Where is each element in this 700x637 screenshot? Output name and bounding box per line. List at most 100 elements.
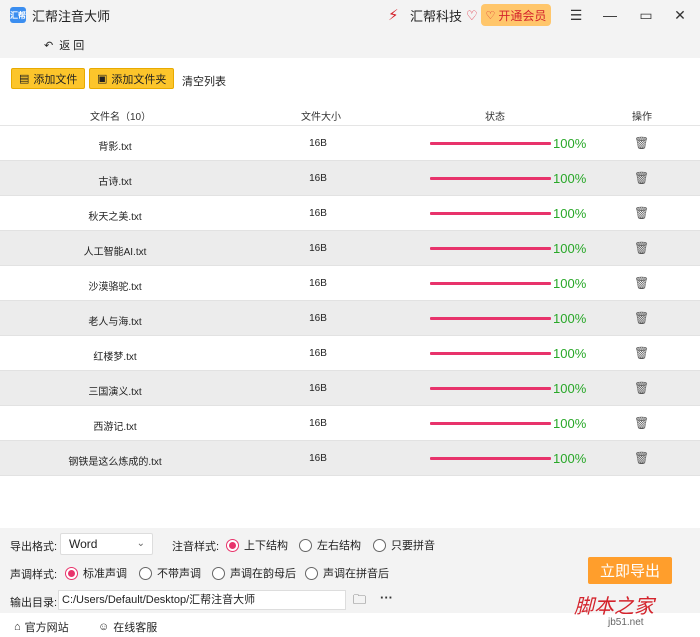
- file-name: 秋天之美.txt: [88, 212, 142, 223]
- table-row[interactable]: 古诗.txt 16B 100% 🗑: [0, 161, 700, 196]
- file-name: 老人与海.txt: [88, 317, 142, 328]
- vip-button[interactable]: ♡ 开通会员: [481, 4, 551, 26]
- radio-icon: [212, 566, 225, 580]
- file-name: 人工智能AI.txt: [83, 247, 147, 258]
- app-title: 汇帮注音大师: [32, 8, 111, 24]
- support-agent-icon: ☺: [98, 621, 110, 633]
- official-website-link[interactable]: ⌂ 官方网站: [14, 619, 69, 635]
- radio-icon: [299, 538, 312, 552]
- trash-icon[interactable]: 🗑: [634, 241, 649, 255]
- trash-icon[interactable]: 🗑: [634, 416, 649, 430]
- progress-text: 100%: [553, 171, 587, 186]
- add-folder-label: 添加文件夹: [111, 73, 167, 86]
- progress-text: 100%: [553, 241, 587, 256]
- file-name: 古诗.txt: [98, 177, 132, 188]
- maximize-icon[interactable]: ▭: [636, 5, 656, 25]
- file-size: 16B: [309, 313, 327, 324]
- table-row[interactable]: 背影.txt 16B 100% 🗑: [0, 126, 700, 161]
- radio-tone-after-pinyin[interactable]: 声调在拼音后: [305, 565, 389, 581]
- trash-icon[interactable]: 🗑: [634, 311, 649, 325]
- table-row[interactable]: 老人与海.txt 16B 100% 🗑: [0, 301, 700, 336]
- radio-label: 不带声调: [157, 568, 201, 580]
- radio-no-tone[interactable]: 不带声调: [139, 565, 201, 581]
- table-row[interactable]: 西游记.txt 16B 100% 🗑: [0, 406, 700, 441]
- radio-selected-icon: [226, 538, 239, 552]
- trash-icon[interactable]: 🗑: [634, 451, 649, 465]
- progress-bar: [430, 212, 551, 215]
- more-options-icon[interactable]: ···: [380, 590, 393, 605]
- heart-icon: ♡: [466, 7, 478, 23]
- close-icon[interactable]: ✕: [670, 5, 690, 25]
- online-support-link[interactable]: ☺ 在线客服: [98, 619, 157, 635]
- back-button[interactable]: ↶ 返 回: [44, 37, 84, 53]
- annotation-style-label: 注音样式:: [172, 541, 220, 553]
- watermark-logo: 脚本之家: [574, 594, 654, 618]
- trash-icon[interactable]: 🗑: [634, 206, 649, 220]
- file-name: 背影.txt: [98, 142, 132, 153]
- table-row[interactable]: 人工智能AI.txt 16B 100% 🗑: [0, 231, 700, 266]
- back-arrow-icon: ↶: [44, 39, 54, 52]
- online-support-label: 在线客服: [113, 622, 158, 634]
- output-dir-field[interactable]: C:/Users/Default/Desktop/汇帮注音大师: [58, 590, 346, 610]
- file-icon: ▤: [19, 73, 30, 85]
- progress-text: 100%: [553, 206, 587, 221]
- export-format-label: 导出格式:: [10, 541, 58, 553]
- progress-bar: [430, 457, 551, 460]
- progress-text: 100%: [553, 346, 587, 361]
- clear-list-button[interactable]: 清空列表: [182, 73, 226, 89]
- file-name: 三国演义.txt: [88, 387, 142, 398]
- folder-add-icon: ▣: [97, 73, 108, 85]
- add-file-button[interactable]: ▤ 添加文件: [11, 68, 86, 89]
- tone-style-label: 声调样式:: [10, 569, 58, 581]
- radio-top-bottom[interactable]: 上下结构: [226, 537, 288, 553]
- table-row[interactable]: 钢铁是这么炼成的.txt 16B 100% 🗑: [0, 441, 700, 476]
- radio-label: 只要拼音: [391, 540, 435, 552]
- chevron-down-icon: ⌄: [136, 538, 145, 549]
- menu-icon[interactable]: ☰: [566, 5, 586, 25]
- back-bar: ↶ 返 回: [0, 30, 700, 58]
- progress-text: 100%: [553, 451, 587, 466]
- vip-button-label: 开通会员: [498, 8, 547, 23]
- trash-icon[interactable]: 🗑: [634, 346, 649, 360]
- watermark-url: jb51.net: [608, 617, 644, 628]
- export-now-button[interactable]: 立即导出: [588, 557, 672, 584]
- folder-open-icon[interactable]: 🗀: [353, 591, 366, 613]
- header-size: 文件大小: [301, 112, 341, 123]
- table-row[interactable]: 秋天之美.txt 16B 100% 🗑: [0, 196, 700, 231]
- file-size: 16B: [309, 278, 327, 289]
- radio-icon: [305, 566, 318, 580]
- progress-bar: [430, 282, 551, 285]
- title-bar: 汇帮 汇帮注音大师: [0, 0, 700, 30]
- official-website-label: 官方网站: [24, 622, 69, 634]
- radio-label: 左右结构: [317, 540, 361, 552]
- radio-icon: [139, 566, 152, 580]
- radio-pinyin-only[interactable]: 只要拼音: [373, 537, 435, 553]
- progress-text: 100%: [553, 381, 587, 396]
- header-filename: 文件名（10）: [90, 112, 152, 123]
- trash-icon[interactable]: 🗑: [634, 381, 649, 395]
- add-folder-button[interactable]: ▣ 添加文件夹: [89, 68, 175, 89]
- radio-tone-after-final[interactable]: 声调在韵母后: [212, 565, 296, 581]
- radio-label: 声调在韵母后: [230, 568, 296, 580]
- radio-left-right[interactable]: 左右结构: [299, 537, 361, 553]
- trash-icon[interactable]: 🗑: [634, 276, 649, 290]
- export-format-select[interactable]: Word ⌄: [60, 533, 153, 555]
- brand-logo-icon: ⚡: [388, 6, 399, 24]
- trash-icon[interactable]: 🗑: [634, 171, 649, 185]
- progress-bar: [430, 142, 551, 145]
- radio-label: 声调在拼音后: [323, 568, 389, 580]
- file-size: 16B: [309, 173, 327, 184]
- radio-standard-tone[interactable]: 标准声调: [65, 565, 127, 581]
- progress-bar: [430, 352, 551, 355]
- table-row[interactable]: 三国演义.txt 16B 100% 🗑: [0, 371, 700, 406]
- minimize-icon[interactable]: —: [600, 5, 620, 25]
- table-row[interactable]: 红楼梦.txt 16B 100% 🗑: [0, 336, 700, 371]
- progress-bar: [430, 177, 551, 180]
- table-row[interactable]: 沙漠骆驼.txt 16B 100% 🗑: [0, 266, 700, 301]
- progress-text: 100%: [553, 311, 587, 326]
- app-logo-icon: 汇帮: [10, 7, 26, 23]
- radio-icon: [373, 538, 386, 552]
- export-format-value: Word: [69, 537, 98, 551]
- trash-icon[interactable]: 🗑: [634, 136, 649, 150]
- file-size: 16B: [309, 243, 327, 254]
